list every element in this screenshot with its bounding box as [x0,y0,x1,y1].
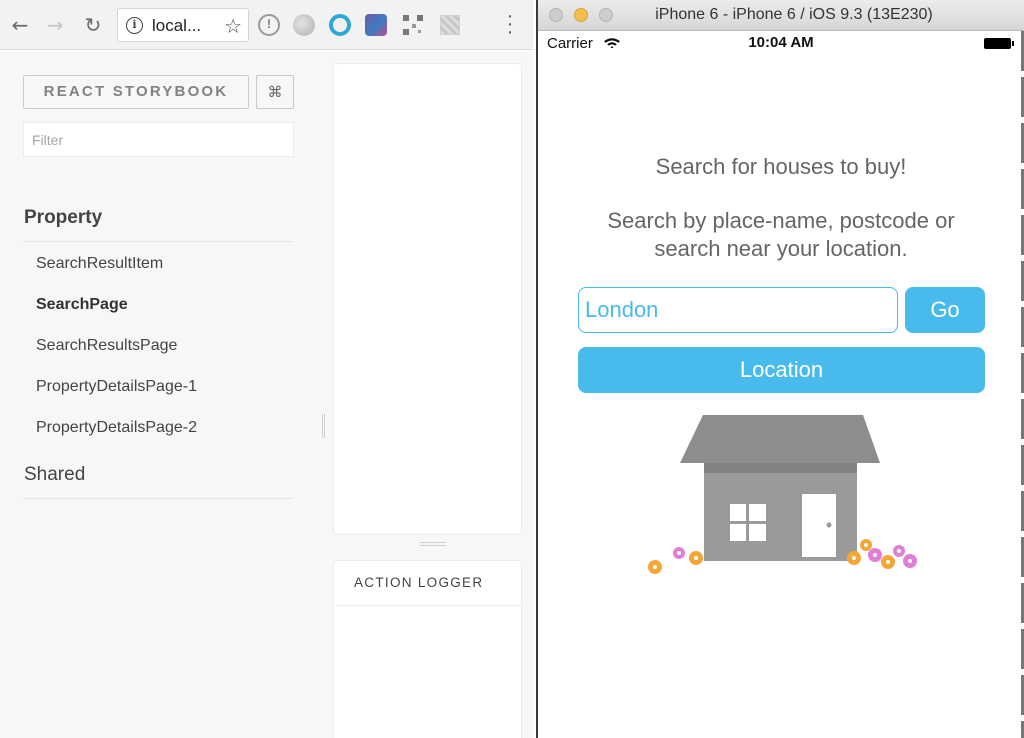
story-search-page[interactable]: SearchPage [36,296,128,314]
ios-simulator-window: iPhone 6 - iPhone 6 / iOS 9.3 (13E230) C… [536,0,1024,738]
info-icon[interactable]: i [126,17,143,34]
extension-pattern-icon[interactable] [440,15,460,35]
reload-icon[interactable]: ↻ [80,8,106,42]
story-property-details-page-1[interactable]: PropertyDetailsPage-1 [36,378,197,396]
preview-panel [333,63,522,535]
bookmark-star-icon[interactable]: ☆ [224,14,242,38]
story-search-result-item[interactable]: SearchResultItem [36,255,163,273]
location-button[interactable]: Location [578,347,985,393]
divider [23,241,293,242]
go-button[interactable]: Go [905,287,985,333]
action-logger-panel: ACTION LOGGER [333,560,522,738]
sidebar-resize-handle[interactable] [322,414,325,438]
extension-alert-icon[interactable]: ! [258,14,280,36]
house-illustration [648,415,917,574]
location-search-input[interactable]: London [578,287,898,333]
shortcuts-button[interactable]: ⌘ [256,75,294,109]
status-time: 10:04 AM [748,34,814,51]
action-logger-tab[interactable]: ACTION LOGGER [354,575,483,590]
address-text[interactable]: local... [152,16,201,36]
battery-icon [984,38,1014,49]
browser-toolbar: ← → ↻ i local... ☆ ! · · · [0,0,533,50]
story-search-results-page[interactable]: SearchResultsPage [36,337,177,355]
back-arrow-icon[interactable]: ← [7,8,33,42]
filter-input[interactable] [23,122,294,157]
menu-dots-icon[interactable]: · · · [503,6,517,42]
address-bar[interactable]: i local... ☆ [117,8,249,42]
extension-globe-icon[interactable] [293,14,315,36]
divider [23,498,293,499]
simulator-title: iPhone 6 - iPhone 6 / iOS 9.3 (13E230) [655,6,933,23]
search-heading: Search for houses to buy! [655,154,907,179]
ios-status-bar: Carrier 10:04 AM [538,31,1024,55]
extension-ring-icon[interactable] [329,14,351,36]
kind-property[interactable]: Property [24,207,102,229]
qr-code-icon[interactable] [403,15,423,35]
forward-arrow-icon[interactable]: → [42,8,68,42]
storybook-page: REACT STORYBOOK ⌘ Property SearchResultI… [0,51,533,738]
extension-colorful-icon[interactable] [365,14,387,36]
kind-shared[interactable]: Shared [24,464,85,486]
story-property-details-page-2[interactable]: PropertyDetailsPage-2 [36,419,197,437]
search-description-line-2: search near your location. [654,236,908,261]
search-description-line-1: Search by place-name, postcode or [607,208,955,233]
panel-resize-handle[interactable] [420,542,446,546]
simulator-titlebar: iPhone 6 - iPhone 6 / iOS 9.3 (13E230) [538,0,1024,31]
storybook-brand-button[interactable]: REACT STORYBOOK [23,75,249,109]
divider [334,605,521,606]
